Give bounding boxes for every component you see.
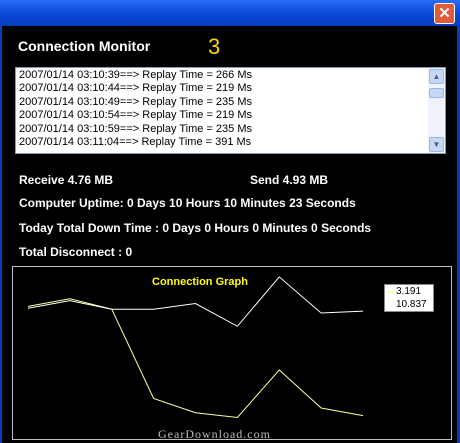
graph-title: Connection Graph (152, 276, 248, 288)
downtime-stat: Today Total Down Time : 0 Days 0 Hours 0… (19, 221, 372, 235)
legend-swatch (388, 304, 393, 306)
title-bar[interactable]: ✕ (0, 0, 460, 26)
disconnect-stat: Total Disconnect : 0 (19, 245, 133, 259)
close-icon: ✕ (438, 5, 451, 22)
log-listbox[interactable]: 2007/01/14 03:10:39==> Replay Time = 266… (15, 67, 446, 154)
scroll-thumb[interactable] (429, 88, 444, 98)
log-scrollbar[interactable]: ▲ ▼ (428, 68, 445, 153)
chevron-up-icon: ▲ (432, 72, 441, 81)
window-title: Connection Monitor (18, 38, 151, 54)
legend-label: 3.191 (396, 286, 422, 297)
legend-item: 3.191 (385, 285, 433, 298)
receive-stat: Receive 4.76 MB (19, 173, 114, 187)
legend-item: 10.837 (385, 298, 433, 311)
scroll-up-button[interactable]: ▲ (429, 69, 444, 84)
watermark: GearDownload.com (158, 427, 271, 441)
disconnect-count: 3 (208, 34, 221, 59)
legend-swatch (388, 291, 393, 293)
chevron-down-icon: ▼ (432, 140, 441, 149)
scroll-down-button[interactable]: ▼ (429, 137, 444, 152)
log-line: 2007/01/14 03:10:49==> Replay Time = 235… (19, 95, 252, 108)
window-frame-left (0, 0, 2, 443)
log-line: 2007/01/14 03:10:44==> Replay Time = 219… (19, 82, 252, 95)
send-stat: Send 4.93 MB (250, 173, 329, 187)
close-button[interactable]: ✕ (434, 3, 455, 24)
log-line: 2007/01/14 03:10:59==> Replay Time = 235… (19, 122, 252, 135)
connection-graph: Connection Graph 3.191 10.837 (12, 266, 452, 440)
uptime-stat: Computer Uptime: 0 Days 10 Hours 10 Minu… (19, 196, 356, 210)
series-line-1 (27, 298, 364, 419)
log-line: 2007/01/14 03:10:39==> Replay Time = 266… (19, 69, 252, 81)
legend-label: 10.837 (396, 299, 427, 310)
graph-legend: 3.191 10.837 (384, 284, 434, 312)
log-line: 2007/01/14 03:11:04==> Replay Time = 391… (19, 135, 252, 148)
log-lines: 2007/01/14 03:10:39==> Replay Time = 266… (19, 69, 429, 149)
log-line: 2007/01/14 03:10:54==> Replay Time = 219… (19, 109, 252, 122)
